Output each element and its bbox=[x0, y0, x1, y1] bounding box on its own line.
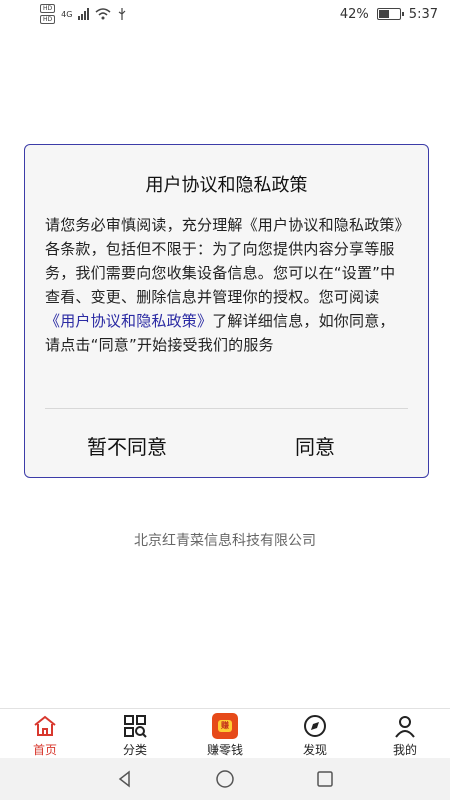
nav-item-home[interactable]: 首页 bbox=[5, 709, 85, 758]
user-icon bbox=[395, 716, 415, 738]
nav-item-category[interactable]: 分类 bbox=[95, 709, 175, 758]
status-left: HD HD 4G bbox=[0, 4, 127, 24]
dialog-title: 用户协议和隐私政策 bbox=[145, 175, 308, 196]
network-type: 4G bbox=[61, 9, 73, 19]
nav-label-category: 分类 bbox=[122, 743, 147, 757]
nav-item-discover[interactable]: 发现 bbox=[275, 709, 355, 758]
dialog-divider bbox=[45, 408, 408, 409]
nav-label-earn: 赚零钱 bbox=[206, 743, 243, 757]
back-icon[interactable] bbox=[115, 769, 135, 789]
battery-percent: 42% bbox=[339, 6, 369, 22]
bottom-nav: 首页 分类 赚 赚零钱 发现 我的 bbox=[0, 708, 450, 759]
usb-icon bbox=[119, 8, 126, 20]
wifi-icon bbox=[95, 8, 111, 20]
nav-item-earn[interactable]: 赚 赚零钱 bbox=[185, 709, 265, 758]
policy-link[interactable]: 《用户协议和隐私政策》 bbox=[45, 312, 212, 330]
home-icon bbox=[34, 715, 56, 736]
earn-money-icon: 赚 bbox=[212, 713, 238, 739]
privacy-dialog: 用户协议和隐私政策 请您务必审慎阅读，充分理解《用户协议和隐私政策》各条款，包括… bbox=[24, 144, 429, 478]
system-nav-bar bbox=[0, 758, 450, 800]
dialog-body-text-1: 请您务必审慎阅读，充分理解《用户协议和隐私政策》各条款，包括但不限于：为了向您提… bbox=[45, 216, 403, 306]
compass-icon bbox=[304, 715, 326, 737]
nav-label-discover: 发现 bbox=[302, 743, 327, 757]
home-circle-icon[interactable] bbox=[215, 769, 235, 789]
company-name: 北京红青菜信息科技有限公司 bbox=[134, 533, 316, 549]
battery-icon bbox=[376, 8, 404, 20]
category-search-icon bbox=[124, 715, 147, 738]
nav-item-mine[interactable]: 我的 bbox=[365, 709, 445, 758]
nav-label-mine: 我的 bbox=[392, 743, 417, 757]
signal-icon bbox=[78, 8, 90, 20]
agree-button[interactable]: 同意 bbox=[295, 431, 335, 460]
clock: 5:37 bbox=[408, 6, 438, 22]
status-right: 42% 5:37 bbox=[340, 7, 450, 22]
nav-label-home: 首页 bbox=[32, 743, 57, 757]
hd-badge-2: HD bbox=[40, 15, 56, 24]
recents-icon[interactable] bbox=[315, 769, 335, 789]
disagree-button[interactable]: 暂不同意 bbox=[87, 431, 167, 460]
dialog-body: 请您务必审慎阅读，充分理解《用户协议和隐私政策》各条款，包括但不限于：为了向您提… bbox=[45, 213, 408, 357]
hd-badge-1: HD bbox=[40, 4, 56, 13]
hd-badges: HD HD bbox=[40, 4, 56, 24]
status-bar: HD HD 4G 42% 5:37 bbox=[0, 0, 450, 28]
